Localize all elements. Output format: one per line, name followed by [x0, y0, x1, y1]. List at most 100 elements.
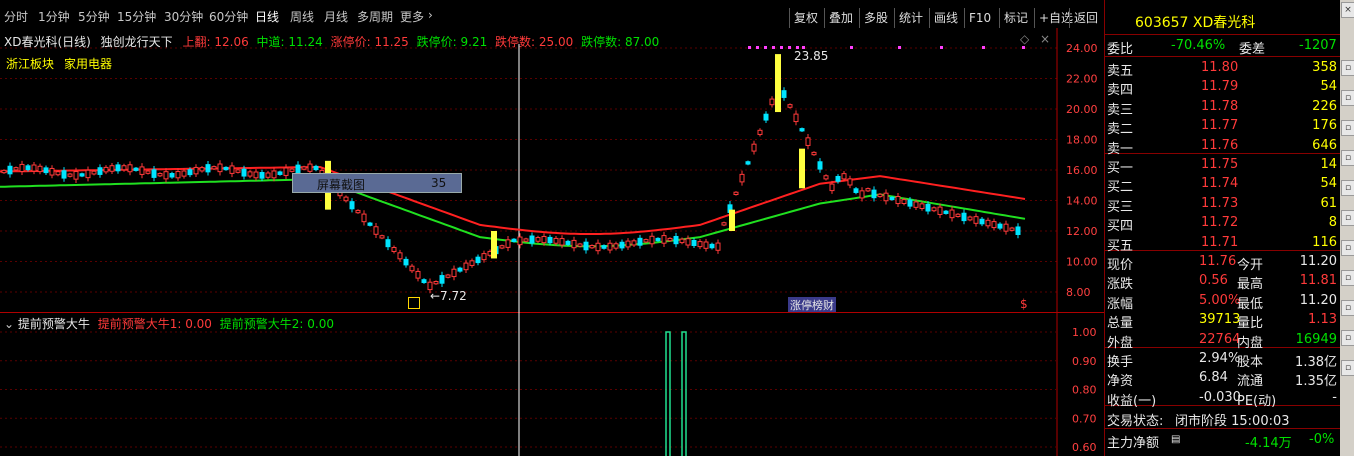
- candle-body: [445, 274, 451, 278]
- candle-body: [523, 238, 529, 242]
- statistics-button[interactable]: 统计: [894, 8, 927, 28]
- limit-up-count: 跌停数: 87.00: [581, 35, 660, 49]
- indicator-name[interactable]: 独创龙行天下: [101, 35, 173, 49]
- chevron-down-icon[interactable]: ⌄: [4, 317, 14, 331]
- tool-icon[interactable]: ▫: [1341, 330, 1354, 346]
- price-axis-labels: 24.00 22.00 20.00 18.00 16.00 14.00 12.00 10.00…: [1066, 42, 1098, 299]
- candle-body: [937, 206, 943, 215]
- period-tab-daily[interactable]: 日线: [255, 8, 279, 25]
- candle-body: [355, 209, 361, 214]
- period-tab-5min[interactable]: 5分钟: [78, 8, 110, 25]
- signal-dot: [788, 46, 791, 49]
- candle-body: [601, 245, 607, 249]
- chevron-right-icon[interactable]: ›: [428, 8, 433, 22]
- period-tab-1min[interactable]: 1分钟: [38, 8, 70, 25]
- candle-body: [247, 171, 253, 177]
- candle-body: [565, 240, 571, 245]
- signal-dot: [898, 46, 901, 49]
- signal-dot: [850, 46, 853, 49]
- candle-body: [943, 210, 949, 214]
- f10-button[interactable]: F10: [964, 8, 995, 28]
- sector-tag[interactable]: 浙江板块: [6, 55, 54, 72]
- period-tab-fenshi[interactable]: 分时: [4, 8, 28, 25]
- limit-down-price: 跌停价: 9.21: [416, 35, 488, 49]
- close-icon[interactable]: ×: [1341, 2, 1354, 18]
- limit-down-count: 跌停数: 25.00: [495, 35, 574, 49]
- main-flow-row[interactable]: 主力净额 ▤ -4.14万 -0%: [1105, 430, 1341, 451]
- candle-body: [973, 216, 979, 224]
- multi-stock-button[interactable]: 多股: [859, 8, 892, 28]
- candle-body: [505, 239, 511, 248]
- candle-body: [235, 169, 241, 173]
- candle-body: [865, 188, 871, 192]
- back-button[interactable]: 返回: [1069, 8, 1102, 28]
- diamond-icon[interactable]: ◇: [1020, 32, 1029, 46]
- candle-body: [553, 237, 559, 244]
- tool-icon[interactable]: ▫: [1341, 150, 1354, 166]
- candle-body: [1003, 223, 1009, 232]
- candle-body: [595, 242, 601, 252]
- stat-row: 外盘 22764 内盘 16949: [1107, 331, 1337, 351]
- tool-icon[interactable]: ▫: [1341, 210, 1354, 226]
- candle-body: [43, 167, 49, 174]
- candle-body: [649, 235, 655, 245]
- signal-dot: [982, 46, 985, 49]
- stock-chart-title: XD春光科(日线): [4, 35, 91, 49]
- indicator-chart[interactable]: 1.00 0.90 0.80 0.70 0.60: [0, 312, 1104, 456]
- mark-button[interactable]: 标记: [999, 8, 1032, 28]
- screenshot-popup[interactable]: 屏幕截图 35: [292, 173, 462, 193]
- period-tab-weekly[interactable]: 周线: [290, 8, 314, 25]
- signal-dot: [772, 46, 775, 49]
- fund-row: 收益(一) -0.030 PE(动) -: [1107, 389, 1337, 409]
- restore-rights-button[interactable]: 复权: [789, 8, 822, 28]
- tool-icon[interactable]: ▫: [1341, 180, 1354, 196]
- side-toolbar[interactable]: × ▫ ▫ ▫ ▫ ▫ ▫ ▫ ▫ ▫ ▫ ▫: [1340, 0, 1354, 456]
- tool-icon[interactable]: ▫: [1341, 120, 1354, 136]
- tool-icon[interactable]: ▫: [1341, 300, 1354, 316]
- candle-body: [85, 169, 91, 179]
- stock-header: 603657 XD春光科: [1105, 12, 1341, 31]
- list-icon[interactable]: ▤: [1171, 434, 1180, 445]
- candle-body: [619, 241, 625, 249]
- candle-body: [463, 262, 469, 271]
- tool-icon[interactable]: ▫: [1341, 360, 1354, 376]
- candle-body: [637, 237, 643, 246]
- candle-body: [1015, 226, 1021, 236]
- kline-chart[interactable]: 24.00 22.00 20.00 18.00 16.00 14.00 12.00 10.00…: [0, 28, 1104, 312]
- period-tab-30min[interactable]: 30分钟: [164, 8, 203, 25]
- candle-body: [295, 164, 301, 174]
- candle-body: [283, 167, 289, 176]
- close-icon[interactable]: ×: [1040, 32, 1050, 46]
- indicator-line2: 提前预警大牛2: 0.00: [219, 317, 334, 331]
- limit-up-rank-tag[interactable]: 涨停榜财: [788, 297, 836, 313]
- square-marker-icon[interactable]: [408, 297, 420, 309]
- indicator-title: 提前预警大牛: [17, 317, 90, 331]
- candle-body: [253, 171, 259, 179]
- industry-tag[interactable]: 家用电器: [64, 55, 112, 72]
- popup-label: 屏幕截图: [317, 178, 366, 192]
- candle-body: [175, 171, 181, 179]
- candle-body: [457, 267, 463, 272]
- dollar-icon[interactable]: $: [1020, 297, 1028, 311]
- candle-body: [133, 167, 139, 171]
- tool-icon[interactable]: ▫: [1341, 270, 1354, 286]
- period-tab-15min[interactable]: 15分钟: [117, 8, 156, 25]
- candle-body: [661, 235, 667, 244]
- draw-line-button[interactable]: 画线: [929, 8, 962, 28]
- indicator-tick-label: 0.60: [1072, 441, 1097, 454]
- bid-row: 买四 11.72 8: [1107, 215, 1337, 235]
- candle-body: [829, 183, 835, 192]
- overlay-button[interactable]: 叠加: [824, 8, 857, 28]
- candle-body: [277, 171, 283, 175]
- period-tab-monthly[interactable]: 月线: [324, 8, 348, 25]
- period-tab-more[interactable]: 更多: [400, 8, 424, 25]
- tool-icon[interactable]: ▫: [1341, 60, 1354, 76]
- tool-icon[interactable]: ▫: [1341, 240, 1354, 256]
- candle-body: [157, 173, 163, 177]
- period-tab-multi[interactable]: 多周期: [357, 8, 393, 25]
- candle-body: [799, 128, 805, 132]
- tool-icon[interactable]: ▫: [1341, 90, 1354, 106]
- period-tab-60min[interactable]: 60分钟: [209, 8, 248, 25]
- candle-body: [673, 235, 679, 245]
- signal-dot: [764, 46, 767, 49]
